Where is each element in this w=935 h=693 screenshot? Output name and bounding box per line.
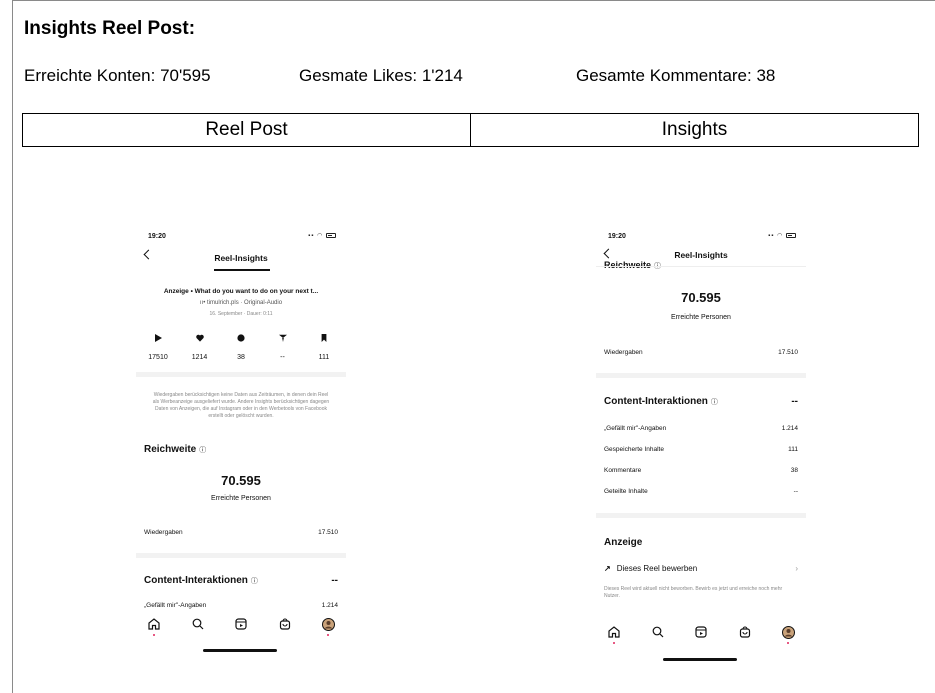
battery-icon [326,232,336,238]
metric-likes: 1214 [182,334,218,364]
notification-dot [153,634,155,636]
metric-saves: 111 [306,334,342,364]
home-icon[interactable] [146,616,162,636]
shop-icon[interactable] [277,616,293,632]
interaction-row: Geteilte Inhalte -- [604,488,798,495]
reels-icon[interactable] [693,624,709,640]
insights-screenshot: 19:20 ▪▪ ◠ Reel-Insights Reichweiteⓘ 70.… [596,222,806,666]
separator [136,372,346,377]
metric-plays: 17510 [140,334,176,364]
page-title: Reel-Insights [214,253,268,263]
interactions-section-title: Content-Interaktionen ⓘ [144,575,258,586]
battery-icon [786,232,796,238]
stat-reached-accounts: Erreichte Konten: 70'595 [24,66,211,85]
header-table: Reel Post Insights [22,113,919,147]
comment-icon [237,334,245,342]
interactions-value: -- [791,396,798,407]
profile-avatar-icon[interactable] [320,616,336,636]
reach-label: Erreichte Personen [671,314,731,321]
promote-note: Dieses Reel wird aktuell nicht beworben.… [604,586,783,599]
play-icon [155,334,162,342]
interaction-row: Kommentare 38 [604,467,798,474]
reels-icon[interactable] [233,616,249,632]
page-title: Reel-Insights [674,250,728,260]
promote-reel-row[interactable]: ↗ Dieses Reel bewerben › [604,564,798,573]
interaction-row: Gespeicherte Inhalte 111 [604,446,798,453]
info-icon[interactable]: ⓘ [199,445,206,455]
profile-avatar-icon[interactable] [780,624,796,644]
separator [136,553,346,558]
likes-row: „Gefällt mir"-Angaben 1.214 [144,602,338,609]
header-reel-post: Reel Post [205,119,288,140]
divider [596,266,806,267]
audio-line[interactable]: ıı• timulrich.pls · Original-Audio [136,300,346,306]
share-icon [278,334,287,342]
ad-caption[interactable]: Anzeige • What do you want to do on your… [136,288,346,295]
reach-label: Erreichte Personen [211,495,271,502]
stat-total-comments: Gesamte Kommentare: 38 [576,66,776,85]
document-title: Insights Reel Post: [24,18,196,39]
metric-comments: 38 [223,334,259,364]
shop-icon[interactable] [737,624,753,640]
home-icon[interactable] [606,624,622,644]
reach-value: 70.595 [681,290,721,305]
heart-icon [195,334,204,342]
notification-dot [327,634,329,636]
reel-post-screenshot: 19:20 ▪▪ ◠ Reel-Insights Anzeige • What … [136,222,346,662]
interactions-value: -- [331,575,338,586]
home-indicator [663,658,737,661]
home-indicator [203,649,277,652]
status-icons: ▪▪ ◠ [768,232,796,239]
reach-section-title: Reichweiteⓘ [144,444,207,455]
title-underline [214,269,270,271]
info-icon[interactable]: ⓘ [251,576,258,586]
bottom-nav [606,624,796,644]
reach-value: 70.595 [221,473,261,488]
audio-icon: ıı• [199,300,208,306]
header-insights: Insights [470,114,918,146]
views-row: Wiedergaben 17.510 [604,349,798,356]
search-icon[interactable] [190,616,206,632]
interaction-row: „Gefällt mir"-Angaben 1.214 [604,425,798,432]
views-row: Wiedergaben 17.510 [144,529,338,536]
data-disclaimer: Wiedergaben berücksichtigen keine Daten … [152,392,330,419]
bookmark-icon [321,334,327,342]
status-icons: ▪▪ ◠ [308,232,336,239]
trend-arrow-icon: ↗ [604,564,611,573]
bottom-nav [146,616,336,636]
chevron-right-icon: › [795,564,798,573]
separator [596,513,806,518]
ad-section-title: Anzeige [604,537,643,548]
info-icon[interactable]: ⓘ [711,397,718,407]
status-time: 19:20 [148,233,166,240]
metrics-row: 17510 1214 38 -- 111 [140,334,342,364]
metric-shares: -- [265,334,301,364]
stat-total-likes: Gesmate Likes: 1'214 [299,66,463,85]
search-icon[interactable] [650,624,666,640]
separator [596,373,806,378]
notification-dot [787,642,789,644]
date-line: 16. September · Dauer: 0:11 [209,311,273,317]
notification-dot [613,642,615,644]
interactions-section-title: Content-Interaktionen ⓘ [604,396,718,407]
status-time: 19:20 [608,233,626,240]
